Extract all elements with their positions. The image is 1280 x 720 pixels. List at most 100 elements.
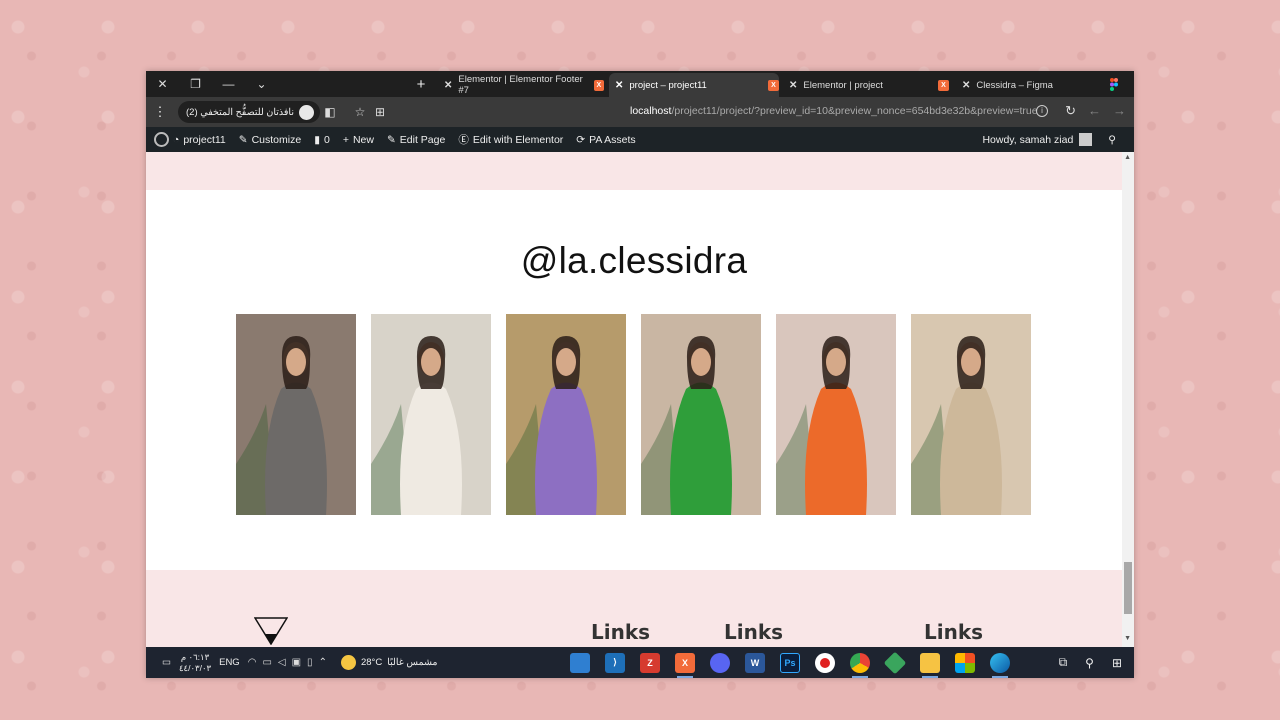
menu-icon[interactable]: ⋮	[150, 104, 170, 120]
site-info-icon[interactable]: i	[1036, 105, 1048, 117]
admin-edit-page[interactable]: ✎ Edit Page	[387, 134, 445, 146]
url-path: /project11/project/?preview_id=10&previe…	[671, 105, 1038, 117]
forward-icon[interactable]: →	[1113, 103, 1126, 119]
photo-image	[506, 314, 626, 515]
reload-icon[interactable]: ↻	[1065, 103, 1076, 119]
star-icon[interactable]: ☆	[350, 105, 370, 119]
chevron-up-icon[interactable]: ⌃	[319, 657, 327, 668]
figma-icon	[1110, 78, 1118, 91]
new-tab-button[interactable]: +	[412, 75, 430, 93]
back-icon[interactable]: ←	[1088, 103, 1101, 119]
comments-count: 0	[323, 133, 330, 146]
restore-window-button[interactable]: ❐	[179, 71, 212, 97]
task-view-icon[interactable]: ⧉	[1059, 655, 1068, 670]
customize-label: Customize	[251, 133, 302, 146]
volume-icon[interactable]: ◁	[278, 657, 286, 668]
instagram-handle[interactable]: @la.clessidra	[146, 240, 1122, 282]
meet-now-icon[interactable]: ▣	[292, 657, 301, 668]
gallery-photo[interactable]	[641, 314, 761, 515]
sun-icon	[340, 655, 356, 670]
address-bar: ⋮ نافذتان للتصفُّح المتخفي (2) ◧ ☆ ⊞ loc…	[146, 97, 1134, 127]
clock-date: ٤٤/٠٣/٠٣	[178, 662, 212, 673]
scroll-down-arrow[interactable]: ▼	[1124, 635, 1131, 642]
admin-edit-elementor[interactable]: Ⓔ Edit with Elementor	[458, 132, 563, 147]
clock-time: ٠٦:١٣ م	[180, 651, 210, 662]
comment-icon: ▮	[314, 133, 320, 146]
windows-start-icon[interactable]: ⊞	[1112, 656, 1122, 670]
close-icon[interactable]: ✕	[962, 80, 970, 91]
wifi-icon[interactable]: ◠	[248, 657, 257, 668]
filezilla-app-icon[interactable]: Z	[640, 652, 660, 673]
git-app-icon[interactable]	[883, 651, 907, 674]
tab-figma[interactable]: ✕ Clessidra – Figma	[956, 73, 1096, 97]
tab-elementor-footer[interactable]: ✕ Elementor | Elementor Footer #7 X	[438, 73, 604, 97]
word-app-icon[interactable]: W	[745, 652, 765, 673]
file-explorer-app-icon[interactable]	[920, 652, 940, 678]
photos-app-icon[interactable]	[570, 652, 590, 673]
avatar[interactable]	[1079, 133, 1093, 146]
store-app-icon[interactable]	[955, 652, 975, 673]
incognito-label: نافذتان للتصفُّح المتخفي (2)	[186, 106, 294, 118]
xampp-icon: X	[593, 79, 604, 91]
language-indicator[interactable]: ENG	[219, 657, 240, 668]
close-window-button[interactable]: ✕	[146, 71, 179, 97]
page-scrollbar[interactable]	[1122, 152, 1134, 647]
tab-title: Elementor | Elementor Footer #7	[458, 74, 583, 96]
discord-app-icon[interactable]	[710, 652, 730, 673]
admin-pa-assets[interactable]: ⟳ PA Assets	[576, 134, 635, 146]
tab-project[interactable]: ✕ project – project11 X	[609, 73, 779, 97]
close-icon[interactable]: ✕	[444, 80, 452, 91]
tablet-icon[interactable]: ▯	[307, 657, 313, 668]
wordpress-icon[interactable]	[154, 132, 169, 147]
instagram-gallery	[236, 314, 1031, 515]
qr-code-icon[interactable]: ⊞	[370, 105, 390, 119]
xampp-icon: X	[938, 79, 949, 91]
weather-widget[interactable]: 28°C مشمس غالبًا	[340, 655, 438, 670]
battery-icon[interactable]: ▭	[262, 657, 271, 668]
scroll-up-arrow[interactable]: ▲	[1124, 154, 1131, 161]
xampp-app-icon[interactable]: X	[675, 652, 695, 678]
gallery-photo[interactable]	[506, 314, 626, 515]
refresh-icon: ⟳	[576, 133, 586, 146]
temperature: 28°C	[360, 657, 383, 668]
gallery-photo[interactable]	[371, 314, 491, 515]
close-icon[interactable]: ✕	[789, 80, 797, 91]
edge-app-icon[interactable]	[990, 652, 1010, 678]
photoshop-app-icon[interactable]: Ps	[780, 652, 800, 673]
search-icon[interactable]: ⚲	[1108, 134, 1116, 146]
tab-bar: ✕ ❐ — ⌄ + ✕ Elementor | Elementor Footer…	[146, 71, 1134, 97]
sidebar-icon[interactable]: ◧	[320, 105, 340, 119]
search-icon[interactable]: ⚲	[1085, 656, 1094, 670]
clock[interactable]: ٠٦:١٣ م ٤٤/٠٣/٠٣	[179, 652, 211, 674]
photo-image	[911, 314, 1031, 515]
scroll-thumb[interactable]	[1124, 562, 1132, 614]
face-front-shape	[286, 348, 306, 376]
vscode-app-icon[interactable]: ⟩	[605, 652, 625, 673]
hourglass-logo-icon[interactable]	[254, 617, 288, 645]
footer-heading: Links	[924, 620, 984, 644]
tab-elementor-project[interactable]: ✕ Elementor | project X	[783, 73, 949, 97]
recorder-app-icon[interactable]	[815, 652, 835, 673]
window-controls: ✕ ❐ — ⌄	[146, 71, 278, 97]
gallery-photo[interactable]	[776, 314, 896, 515]
taskbar-system-buttons: ⧉ ⚲ ⊞	[1059, 647, 1122, 678]
close-icon[interactable]: ✕	[615, 80, 623, 91]
admin-new[interactable]: + New	[343, 134, 374, 146]
brush-icon: ✎	[238, 133, 248, 146]
admin-comments[interactable]: ▮ 0	[314, 134, 330, 146]
url-field[interactable]: localhost/project11/project/?preview_id=…	[630, 105, 1038, 117]
tab-search-button[interactable]: ⌄	[245, 71, 278, 97]
edit-page-label: Edit Page	[399, 133, 446, 146]
chrome-app-icon[interactable]	[850, 652, 870, 678]
admin-customize[interactable]: ✎ Customize	[239, 134, 301, 146]
gallery-photo[interactable]	[911, 314, 1031, 515]
face-front-shape	[691, 348, 711, 376]
top-band	[146, 152, 1122, 190]
minimize-window-button[interactable]: —	[212, 71, 245, 97]
incognito-indicator[interactable]: نافذتان للتصفُّح المتخفي (2)	[178, 101, 320, 123]
howdy-label[interactable]: Howdy, samah ziad	[982, 134, 1073, 146]
gallery-photo[interactable]	[236, 314, 356, 515]
notifications-icon[interactable]: ▭	[162, 657, 171, 668]
admin-site-name[interactable]: ◔ project11	[173, 134, 226, 146]
pencil-icon: ✎	[386, 133, 396, 146]
